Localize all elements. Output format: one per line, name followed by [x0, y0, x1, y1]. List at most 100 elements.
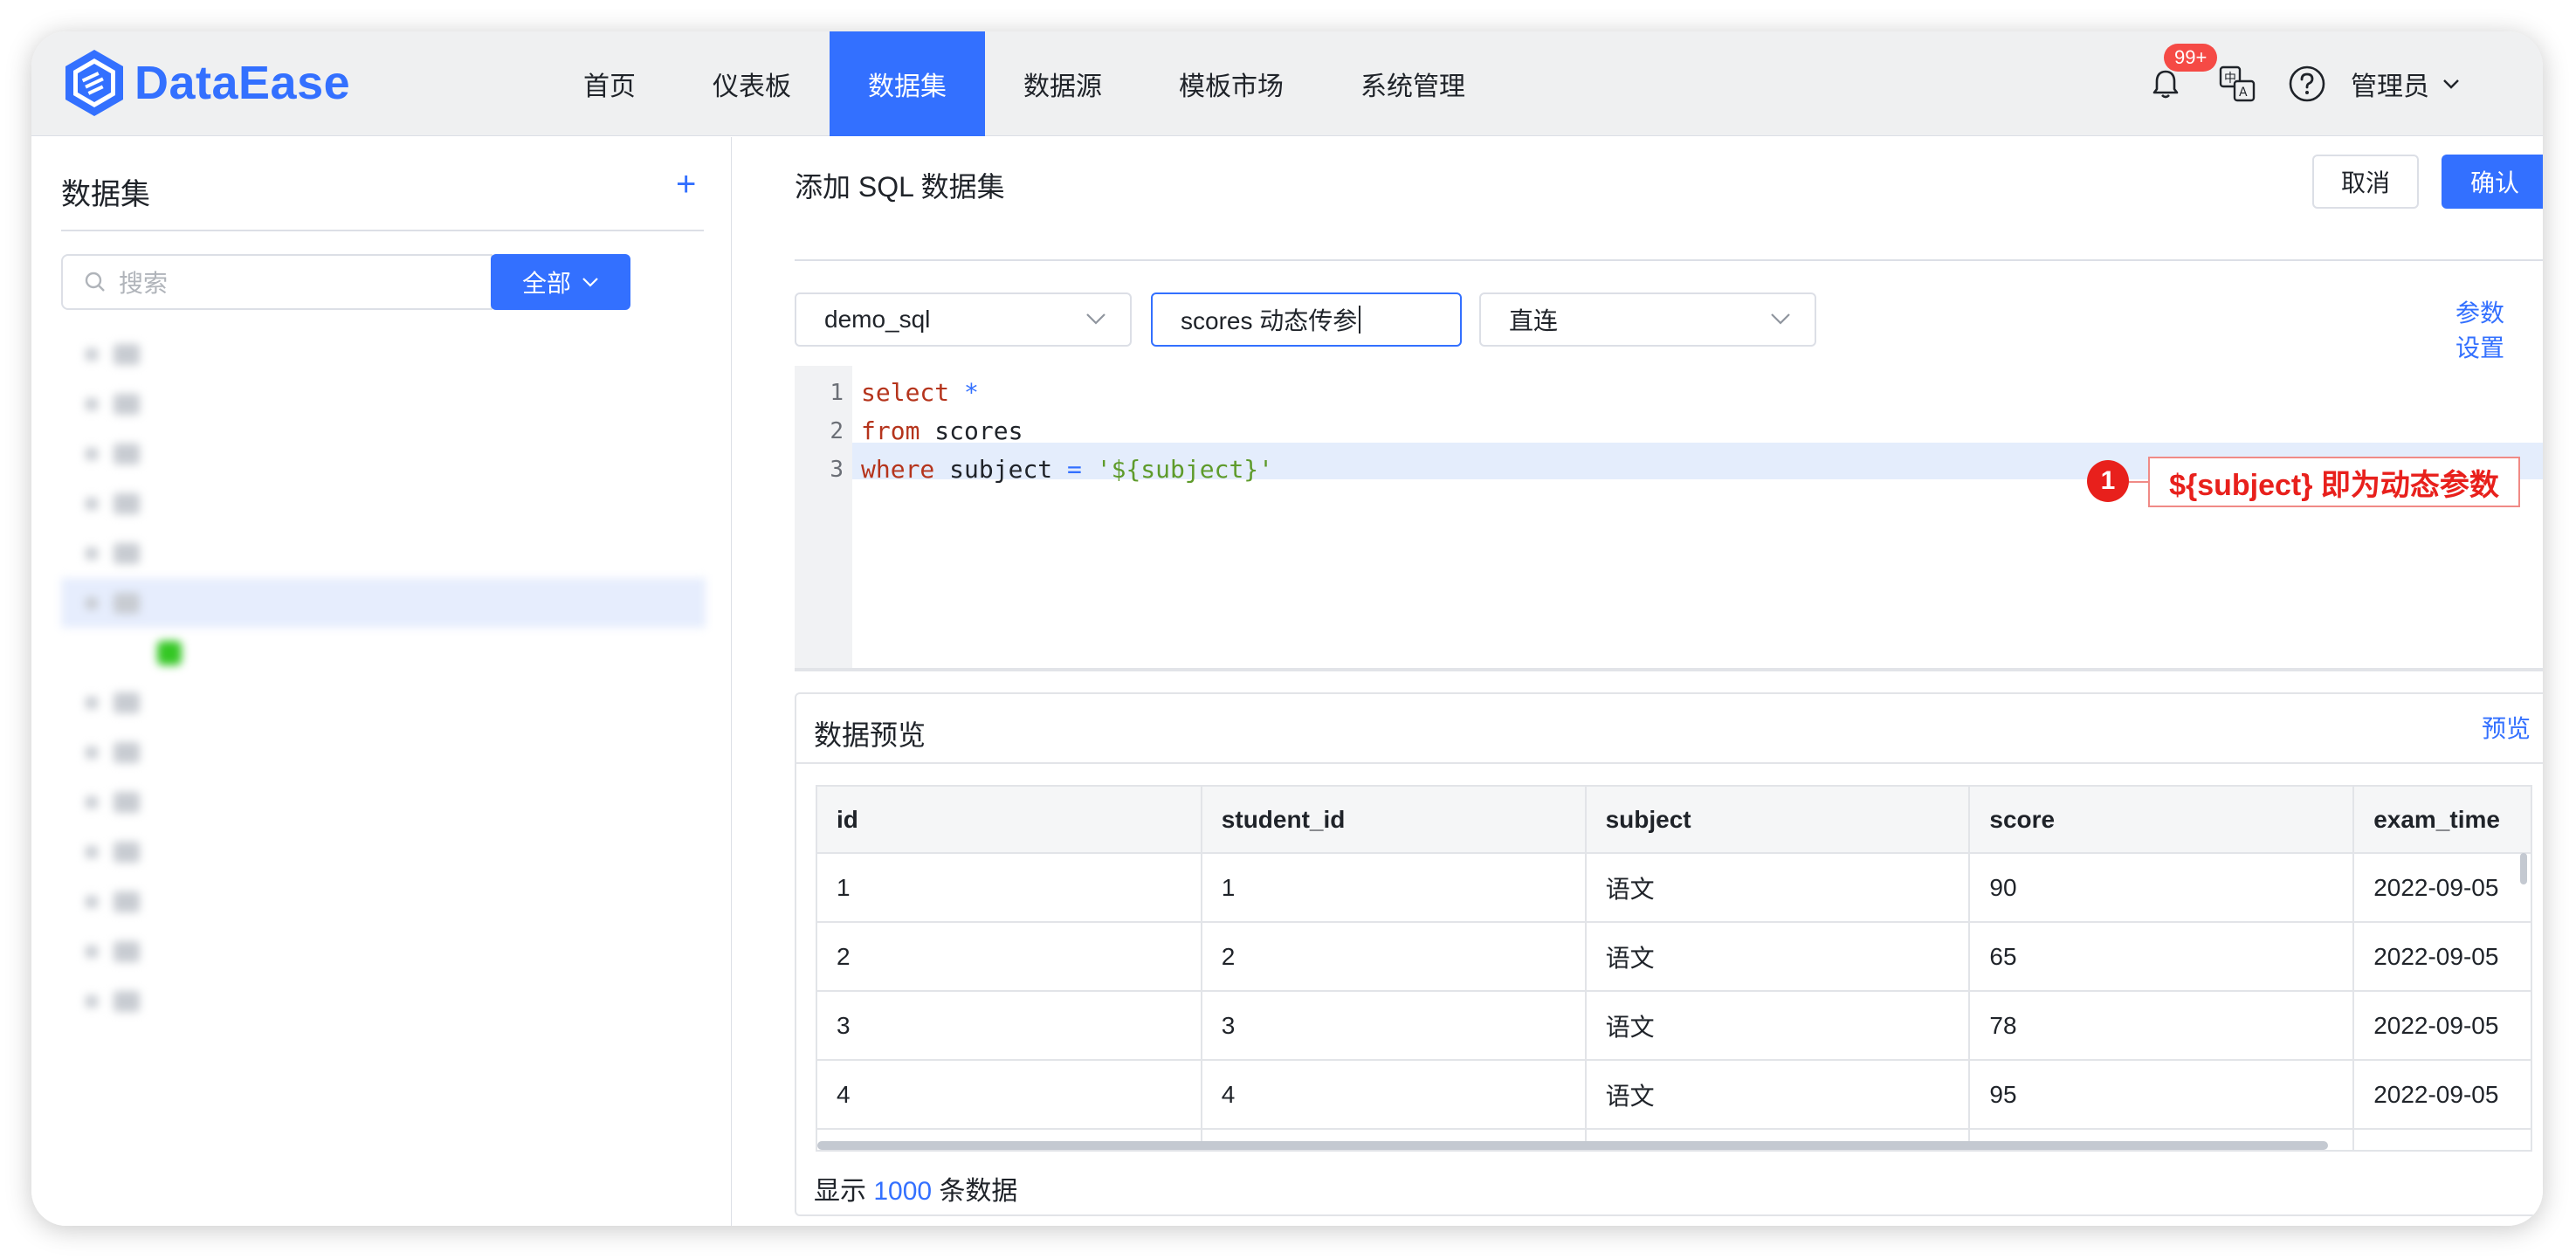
caret-right-icon[interactable] [86, 397, 98, 410]
param-settings-link[interactable]: 参数设置 [2455, 294, 2518, 364]
user-menu[interactable]: 管理员 [2351, 63, 2461, 105]
confirm-button[interactable]: 确认 [2442, 155, 2543, 209]
folder-icon [114, 542, 140, 564]
data-preview-panel: 数据预览 预览 id student_id subject score exam_tim… [795, 692, 2543, 1216]
chevron-down-icon [2443, 79, 2459, 89]
app-window: DataEase 首页 仪表板 数据集 数据源 模板市场 系统管理 99+ 中 A 管理员 [31, 31, 2543, 1226]
bell-icon[interactable] [2148, 66, 2183, 101]
tree-item[interactable] [61, 877, 706, 926]
caret-right-icon[interactable] [86, 895, 98, 908]
preview-title: 数据预览 [814, 719, 926, 751]
table-cell: 95 [1969, 1060, 2355, 1130]
nav-item-0[interactable]: 首页 [545, 31, 674, 136]
line-number-gutter [795, 366, 852, 668]
table-row[interactable]: 2 2 语文 65 2022-09-05 [817, 922, 2531, 992]
code-line[interactable]: from scores [861, 416, 1023, 445]
table-cell: 语文 [1585, 1060, 1971, 1130]
tree-item[interactable] [61, 578, 706, 628]
datasource-value: demo_sql [824, 306, 931, 333]
horizontal-scrollbar[interactable] [817, 1141, 2328, 1150]
column-header[interactable]: student_id [1201, 787, 1587, 854]
dataset-icon [157, 640, 182, 665]
folder-icon [114, 891, 140, 912]
table-row[interactable]: 3 3 语文 78 2022-09-05 [817, 991, 2531, 1061]
line-number: 1 [830, 380, 844, 406]
callout-annotation: ${subject} 即为动态参数 [2148, 457, 2520, 507]
dataset-name-input[interactable]: scores 动态传参 [1151, 292, 1462, 347]
table-cell: 1 [817, 853, 1202, 923]
column-header[interactable]: subject [1585, 787, 1971, 854]
scope-dropdown[interactable]: 全部 [491, 254, 630, 310]
table-cell: 4 [817, 1060, 1202, 1130]
tree-item[interactable] [61, 429, 706, 478]
caret-right-icon[interactable] [86, 845, 98, 858]
table-cell: 65 [1969, 922, 2355, 992]
caret-right-icon[interactable] [86, 547, 98, 560]
table-cell [2353, 1129, 2531, 1150]
table-header-row: id student_id subject score exam_time [817, 787, 2531, 854]
tree-item[interactable] [61, 379, 706, 429]
table-row[interactable]: 1 1 语文 90 2022-09-05 [817, 853, 2531, 923]
caret-right-icon[interactable] [86, 746, 98, 759]
caret-right-icon[interactable] [86, 497, 98, 510]
footer-suffix: 条数据 [939, 1177, 1018, 1206]
nav-item-2[interactable]: 数据集 [830, 31, 985, 136]
column-header[interactable]: exam_time [2353, 787, 2531, 854]
help-icon[interactable] [2288, 65, 2326, 103]
nav-item-3[interactable]: 数据源 [985, 31, 1140, 136]
tree-item[interactable] [61, 926, 706, 976]
table-row[interactable]: 4 4 语文 95 2022-09-05 [817, 1060, 2531, 1130]
nav-item-5[interactable]: 系统管理 [1322, 31, 1504, 136]
sql-editor[interactable]: 1 select * 2 from scores 3 where subject = '$… [795, 366, 2543, 671]
vertical-scrollbar[interactable] [2520, 853, 2527, 884]
mode-select[interactable]: 直连 [1479, 292, 1816, 347]
nav-item-1[interactable]: 仪表板 [674, 31, 830, 136]
sidebar-title: 数据集 [61, 178, 150, 211]
table-cell: 语文 [1585, 922, 1971, 992]
folder-icon [114, 691, 140, 713]
caret-right-icon[interactable] [86, 347, 98, 361]
nav-item-4[interactable]: 模板市场 [1140, 31, 1322, 136]
caret-right-icon[interactable] [86, 447, 98, 460]
tree-item[interactable] [61, 678, 706, 727]
code-token: subject [934, 455, 1068, 484]
callout-connector [2129, 481, 2148, 483]
tree-item[interactable] [61, 777, 706, 827]
caret-right-icon[interactable] [86, 945, 98, 958]
tree-item[interactable] [61, 827, 706, 877]
dataset-name-value: scores 动态传参 [1181, 307, 1358, 334]
code-line[interactable]: select * [861, 378, 979, 407]
text-cursor [1359, 306, 1361, 334]
dataset-sidebar: 数据集 + 搜索 全部 [31, 137, 732, 1226]
top-header: DataEase 首页 仪表板 数据集 数据源 模板市场 系统管理 99+ 中 A 管理员 [31, 31, 2543, 136]
app-logo[interactable]: DataEase [63, 45, 350, 120]
table-cell: 2022-09-05 [2353, 991, 2531, 1061]
search-input[interactable]: 搜索 [61, 254, 492, 310]
caret-right-icon[interactable] [86, 994, 98, 1008]
language-icon[interactable]: 中 A [2218, 65, 2256, 103]
tree-item[interactable] [61, 528, 706, 578]
caret-right-icon[interactable] [86, 596, 98, 609]
tree-item[interactable] [61, 976, 706, 1026]
line-number: 2 [830, 418, 844, 444]
column-header[interactable]: score [1969, 787, 2355, 854]
caret-right-icon[interactable] [86, 696, 98, 709]
code-token: where [861, 455, 935, 484]
cancel-button[interactable]: 取消 [2312, 155, 2419, 209]
preview-link[interactable]: 预览 [2482, 710, 2531, 745]
tree-item[interactable] [61, 628, 706, 678]
add-dataset-button[interactable]: + [676, 165, 696, 204]
preview-table-container[interactable]: id student_id subject score exam_time 1 1 语文 90… [816, 785, 2532, 1152]
code-line[interactable]: where subject = '${subject}' [861, 455, 1273, 484]
tree-item[interactable] [61, 329, 706, 379]
tree-item[interactable] [61, 727, 706, 777]
table-cell: 语文 [1585, 853, 1971, 923]
datasource-select[interactable]: demo_sql [795, 292, 1132, 347]
row-count-footer: 显示 1000 条数据 [814, 1169, 1017, 1207]
caret-right-icon[interactable] [86, 795, 98, 808]
tree-item[interactable] [61, 478, 706, 528]
table-cell: 2022-09-05 [2353, 1060, 2531, 1130]
column-header[interactable]: id [817, 787, 1202, 854]
chevron-down-icon [582, 278, 598, 287]
code-token: = [1067, 455, 1082, 484]
